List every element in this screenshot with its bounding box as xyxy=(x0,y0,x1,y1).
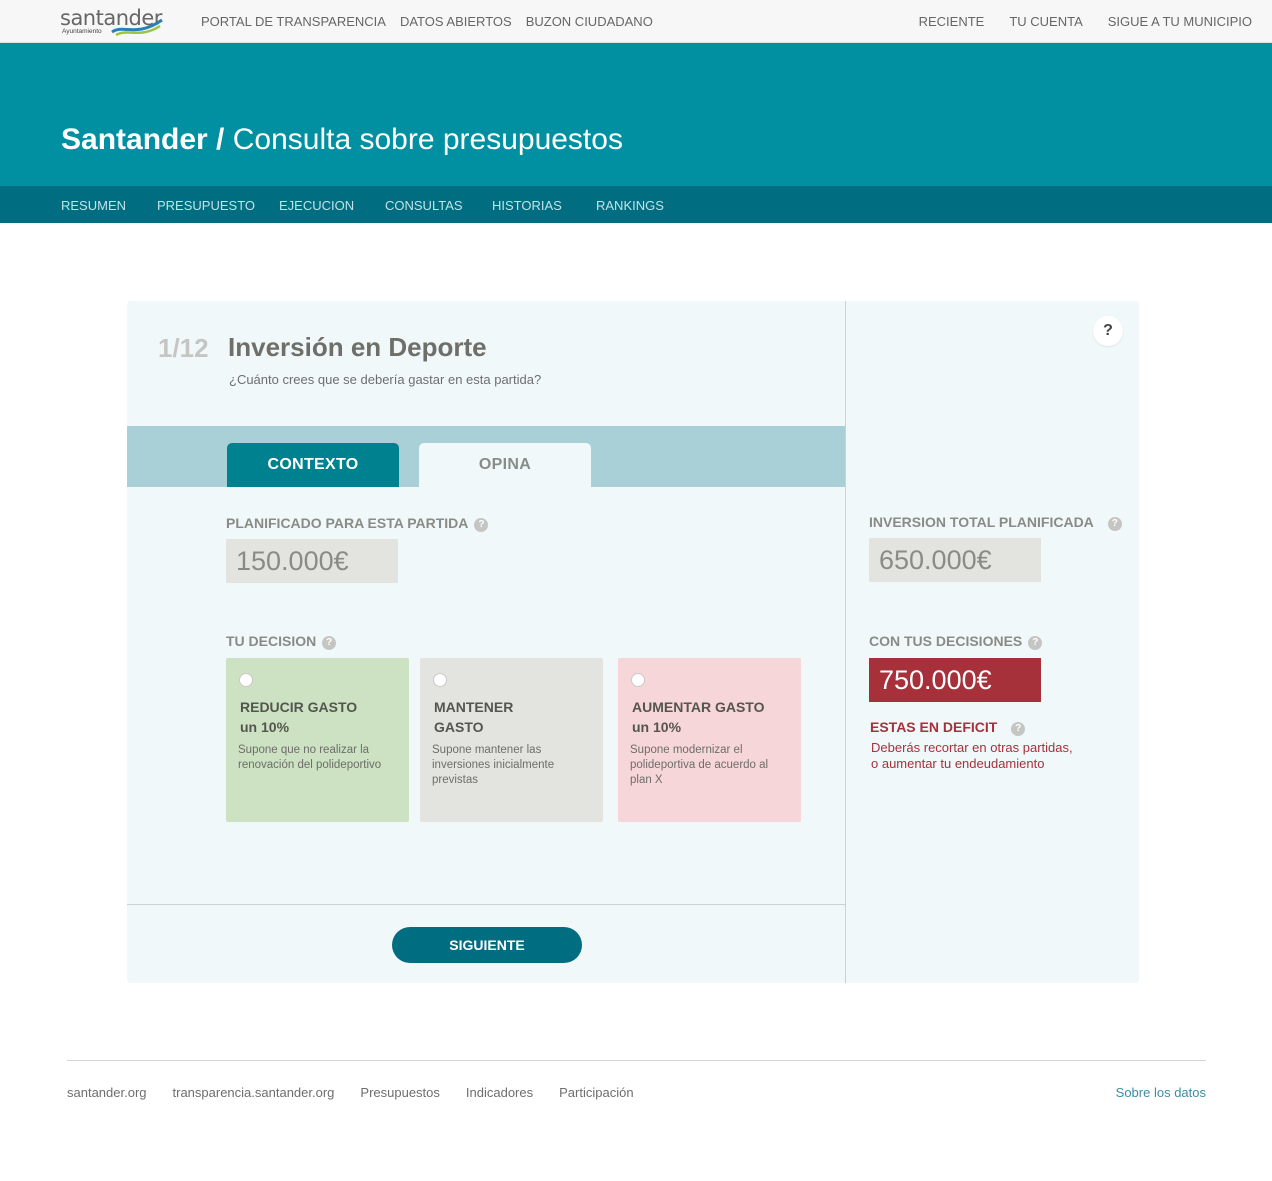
nav-reciente[interactable]: RECIENTE xyxy=(919,14,985,29)
question-card: 1/12 Inversión en Deporte ¿Cuánto crees … xyxy=(127,301,1139,983)
footer-link-indicadores[interactable]: Indicadores xyxy=(466,1085,533,1100)
question-circle-icon[interactable]: ? xyxy=(474,518,489,532)
tab-rankings[interactable]: RANKINGS xyxy=(596,198,664,213)
total-planned-label: INVERSION TOTAL PLANIFICADA? xyxy=(869,514,1122,531)
planned-value: 150.000€ xyxy=(226,539,398,583)
section-nav: RESUMEN PRESUPUESTO EJECUCION CONSULTAS … xyxy=(0,186,1272,223)
question-circle-icon[interactable]: ? xyxy=(1107,517,1122,531)
top-nav-right: RECIENTE TU CUENTA SIGUE A TU MUNICIPIO xyxy=(919,14,1252,29)
top-bar: santander Ayuntamiento PORTAL DE TRANSPA… xyxy=(0,0,1272,43)
your-total-value: 750.000€ xyxy=(869,658,1041,702)
logo-subtitle: Ayuntamiento xyxy=(62,28,102,35)
option-title: REDUCIR GASTO un 10% xyxy=(240,697,400,737)
option-reducir-gasto[interactable]: REDUCIR GASTO un 10% Supone que no reali… xyxy=(226,658,409,822)
logo-wave-icon xyxy=(111,18,163,37)
total-planned-value: 650.000€ xyxy=(869,538,1041,582)
your-total-label: CON TUS DECISIONES? xyxy=(869,633,1043,650)
option-title: AUMENTAR GASTO un 10% xyxy=(632,697,792,737)
next-button[interactable]: SIGUIENTE xyxy=(392,927,582,963)
tab-opina[interactable]: OPINA xyxy=(419,443,591,487)
option-description: Supone mantener las inversiones inicialm… xyxy=(432,744,555,786)
deficit-message: Deberás recortar en otras partidas, o au… xyxy=(871,740,1073,771)
question-subtitle: ¿Cuánto crees que se debería gastar en e… xyxy=(229,372,542,387)
radio-reducir[interactable] xyxy=(239,673,253,687)
page-title-text: Consulta sobre presupuestos xyxy=(232,123,623,156)
tab-resumen[interactable]: RESUMEN xyxy=(61,198,126,213)
deficit-title-text: ESTAS EN DEFICIT xyxy=(870,719,998,735)
footer-divider xyxy=(127,904,845,905)
total-planned-label-text: INVERSION TOTAL PLANIFICADA xyxy=(869,514,1094,530)
question-circle-icon[interactable]: ? xyxy=(1028,636,1043,650)
footer-link-santander[interactable]: santander.org xyxy=(67,1085,147,1100)
question-circle-icon[interactable]: ? xyxy=(1011,722,1026,736)
nav-tu-cuenta[interactable]: TU CUENTA xyxy=(1009,14,1082,29)
column-divider xyxy=(845,301,846,983)
decision-label: TU DECISION? xyxy=(226,633,337,650)
planned-label: PLANIFICADO PARA ESTA PARTIDA? xyxy=(226,515,489,532)
option-title-line2: un 10% xyxy=(632,719,682,735)
nav-sigue-municipio[interactable]: SIGUE A TU MUNICIPIO xyxy=(1108,14,1252,29)
option-title-line1: AUMENTAR GASTO xyxy=(632,699,765,715)
option-aumentar-gasto[interactable]: AUMENTAR GASTO un 10% Supone modernizar … xyxy=(618,658,801,822)
option-description: Supone que no realizar la renovación del… xyxy=(238,744,382,771)
deficit-title: ESTAS EN DEFICIT? xyxy=(870,719,1026,736)
radio-aumentar[interactable] xyxy=(631,673,645,687)
footer-line xyxy=(67,1060,1206,1061)
footer-link-sobre-datos[interactable]: Sobre los datos xyxy=(1116,1085,1206,1100)
decision-label-text: TU DECISION xyxy=(226,633,317,649)
hero-banner: Santander / Consulta sobre presupuestos xyxy=(0,43,1272,186)
help-button[interactable]: ? xyxy=(1093,316,1123,346)
planned-label-text: PLANIFICADO PARA ESTA PARTIDA xyxy=(226,515,469,531)
tab-ejecucion[interactable]: EJECUCION xyxy=(279,198,354,213)
nav-datos-abiertos[interactable]: DATOS ABIERTOS xyxy=(400,14,512,29)
question-circle-icon[interactable]: ? xyxy=(322,636,337,650)
question-step: 1/12 xyxy=(158,333,209,363)
tab-consultas[interactable]: CONSULTAS xyxy=(385,198,463,213)
option-title-line1: MANTENER xyxy=(434,699,514,715)
footer-link-participacion[interactable]: Participación xyxy=(559,1085,633,1100)
top-nav-left: PORTAL DE TRANSPARENCIA DATOS ABIERTOS B… xyxy=(201,14,653,29)
option-title-line2: GASTO xyxy=(434,719,484,735)
option-title: MANTENER GASTO xyxy=(434,697,594,737)
footer-links: santander.org transparencia.santander.or… xyxy=(67,1085,634,1100)
nav-portal-transparencia[interactable]: PORTAL DE TRANSPARENCIA xyxy=(201,14,386,29)
santander-logo[interactable]: santander Ayuntamiento xyxy=(60,6,164,38)
footer-link-transparencia[interactable]: transparencia.santander.org xyxy=(173,1085,335,1100)
your-total-label-text: CON TUS DECISIONES xyxy=(869,633,1023,649)
nav-buzon-ciudadano[interactable]: BUZON CIUDADANO xyxy=(526,14,653,29)
option-mantener-gasto[interactable]: MANTENER GASTO Supone mantener las inver… xyxy=(420,658,603,822)
tab-historias[interactable]: HISTORIAS xyxy=(492,198,562,213)
page-title: Santander / Consulta sobre presupuestos xyxy=(61,123,623,157)
option-description: Supone modernizar el polideportiva de ac… xyxy=(630,744,769,786)
radio-mantener[interactable] xyxy=(433,673,447,687)
option-title-line2: un 10% xyxy=(240,719,290,735)
page-title-city: Santander / xyxy=(61,123,225,156)
question-title: Inversión en Deporte xyxy=(228,332,487,362)
footer-link-presupuestos[interactable]: Presupuestos xyxy=(360,1085,440,1100)
tab-contexto[interactable]: CONTEXTO xyxy=(227,443,399,487)
tab-band: CONTEXTO OPINA xyxy=(127,426,845,487)
tab-presupuesto[interactable]: PRESUPUESTO xyxy=(157,198,255,213)
option-title-line1: REDUCIR GASTO xyxy=(240,699,358,715)
